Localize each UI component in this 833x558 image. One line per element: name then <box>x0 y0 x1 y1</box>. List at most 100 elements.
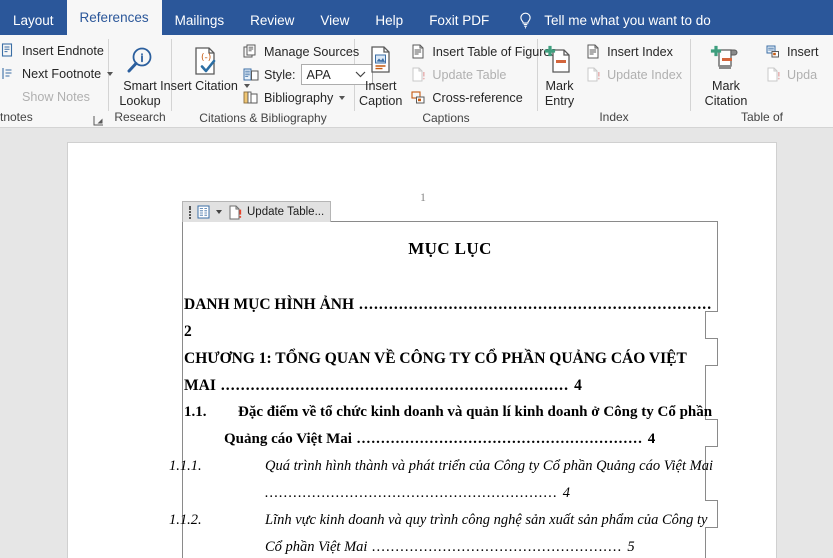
smart-lookup-icon <box>123 43 157 79</box>
group-label-captions: Captions <box>355 109 537 127</box>
ribbon-group-citations: (-) Insert Citation Manage Sources Style… <box>160 35 373 127</box>
insert-caption-line1: Insert <box>364 79 397 93</box>
mark-citation-line2: Citation <box>704 93 748 108</box>
mark-citation-icon <box>709 43 743 79</box>
tab-layout[interactable]: Layout <box>0 5 67 35</box>
page-number-header: 1 <box>420 190 426 204</box>
citation-style-value: APA <box>306 67 331 82</box>
field-frame-step <box>717 500 718 527</box>
insert-caption-line2: Caption <box>359 93 403 108</box>
group-label-footnotes-text: tnotes <box>0 110 33 124</box>
field-frame-step <box>717 419 718 446</box>
toc-entry-1[interactable]: DANH MỤC HÌNH ẢNH ......................… <box>184 291 716 345</box>
update-table-icon <box>410 66 427 83</box>
insert-citation-line2: Citation <box>195 79 238 93</box>
citation-style-row: Style: APA <box>240 63 373 86</box>
toc-leader: ........................................… <box>351 431 648 447</box>
bibliography-button[interactable]: Bibliography <box>240 86 373 109</box>
cross-reference-label: Cross-reference <box>432 90 523 105</box>
style-label: Style: <box>264 67 296 82</box>
chevron-down-icon[interactable] <box>339 95 346 100</box>
update-table-icon <box>229 205 242 220</box>
ribbon-group-captions: Insert Caption Insert Table of Figures U… <box>355 35 557 127</box>
smart-lookup-label: Smart Lookup <box>119 79 160 108</box>
tab-view[interactable]: View <box>307 5 362 35</box>
next-footnote-icon <box>0 65 17 82</box>
tab-mailings[interactable]: Mailings <box>162 5 238 35</box>
group-label-citations: Citations & Bibliography <box>172 109 354 127</box>
group-label-footnotes: tnotes <box>0 108 108 127</box>
footnotes-dialog-launcher[interactable] <box>93 113 104 126</box>
insert-endnote-button[interactable]: Insert Endnote <box>0 39 117 62</box>
insert-index-button[interactable]: Insert Index <box>583 40 686 63</box>
ribbon-tab-strip: Layout References Mailings Review View H… <box>0 0 833 35</box>
bibliography-label: Bibliography <box>264 90 334 105</box>
group-label-research: Research <box>109 108 171 127</box>
tab-help[interactable]: Help <box>362 5 416 35</box>
document-canvas[interactable]: 1 Update Table... MỤC LỤC DANH MỤC HÌNH … <box>0 129 833 558</box>
insert-table-of-authorities-label: Insert <box>787 44 819 59</box>
group-label-citations-text: Citations & Bibliography <box>199 111 327 125</box>
content-control-toolbar[interactable]: Update Table... <box>182 201 332 222</box>
tab-mailings-label: Mailings <box>174 12 225 28</box>
toc-leader: ........................................… <box>215 377 575 394</box>
tab-help-label: Help <box>375 12 404 28</box>
group-label-research-text: Research <box>114 110 166 124</box>
update-table-label: Update Table <box>432 67 507 82</box>
group-label-table-of-authorities-text: Table of <box>740 110 784 124</box>
show-notes-label: Show Notes <box>22 89 90 104</box>
toc-entry-5[interactable]: 1.1.2. Lĩnh vực kinh doanh và quy trình c… <box>169 507 716 558</box>
update-table-of-authorities-button[interactable]: Upda <box>763 63 823 86</box>
mark-citation-button[interactable]: Mark Citation <box>695 40 757 108</box>
table-of-contents-icon[interactable] <box>197 205 210 219</box>
manage-sources-button[interactable]: Manage Sources <box>240 40 373 63</box>
insert-citation-button[interactable]: (-) Insert Citation <box>160 40 250 94</box>
toc-entry-4-text: Quá trình hình thành và phát triển của C… <box>265 458 713 474</box>
insert-caption-icon <box>364 43 398 79</box>
manage-sources-label: Manage Sources <box>264 44 360 59</box>
insert-table-of-authorities-button[interactable]: Insert <box>763 40 823 63</box>
tab-foxit-pdf-label: Foxit PDF <box>429 12 490 28</box>
insert-endnote-icon <box>0 42 17 59</box>
chevron-down-icon[interactable] <box>216 210 222 214</box>
toc-entry-1-page: 2 <box>184 323 192 340</box>
tab-references[interactable]: References <box>66 0 162 35</box>
insert-table-of-authorities-icon <box>765 43 782 60</box>
update-table-label[interactable]: Update Table... <box>247 206 324 218</box>
mark-citation-line1: Mark <box>711 79 740 93</box>
insert-caption-label: Insert Caption <box>359 79 402 108</box>
tell-me-search[interactable]: Tell me what you want to do <box>518 5 711 35</box>
toc-entry-3-number: 1.1. <box>184 404 207 420</box>
style-icon <box>242 66 259 83</box>
toc-entry-4[interactable]: 1.1.1. Quá trình hình thành và phát triển… <box>169 453 716 507</box>
bibliography-icon <box>242 89 259 106</box>
table-of-contents[interactable]: MỤC LỤC DANH MỤC HÌNH ẢNH ..............… <box>169 222 716 558</box>
toc-entry-3[interactable]: 1.1. Đặc điểm về tổ chức kinh doanh và qu… <box>184 399 716 453</box>
mark-entry-line1: Mark <box>545 79 574 93</box>
insert-index-icon <box>585 43 602 60</box>
update-index-button[interactable]: Update Index <box>583 63 686 86</box>
update-table-icon <box>765 66 782 83</box>
mark-entry-button[interactable]: Mark Entry <box>542 40 577 108</box>
smart-lookup-line2: Lookup <box>119 93 161 108</box>
ribbon: Insert Endnote Next Footnote Show Notes … <box>0 35 833 128</box>
insert-endnote-label: Insert Endnote <box>22 43 104 58</box>
tab-review[interactable]: Review <box>237 5 307 35</box>
drag-handle-icon[interactable] <box>187 205 194 219</box>
tab-references-label: References <box>79 10 149 25</box>
tab-view-label: View <box>320 12 350 28</box>
mark-entry-line2: Entry <box>544 93 575 108</box>
insert-caption-button[interactable]: Insert Caption <box>359 40 402 108</box>
smart-lookup-line1: Smart <box>123 79 157 93</box>
insert-citation-icon: (-) <box>188 43 222 79</box>
smart-lookup-button[interactable]: Smart Lookup <box>113 40 167 108</box>
document-page[interactable]: 1 Update Table... MỤC LỤC DANH MỤC HÌNH … <box>67 142 777 558</box>
lightbulb-icon <box>518 12 533 29</box>
tab-foxit-pdf[interactable]: Foxit PDF <box>416 5 502 35</box>
toc-entry-4-page: 4 <box>562 485 570 501</box>
toc-entry-2[interactable]: CHƯƠNG 1: TỔNG QUAN VỀ CÔNG TY CỔ PHẦN Q… <box>184 345 716 399</box>
next-footnote-button[interactable]: Next Footnote <box>0 62 117 85</box>
toc-entry-2-page: 4 <box>574 377 582 394</box>
insert-table-of-figures-icon <box>410 43 427 60</box>
show-notes-button[interactable]: Show Notes <box>0 85 117 108</box>
